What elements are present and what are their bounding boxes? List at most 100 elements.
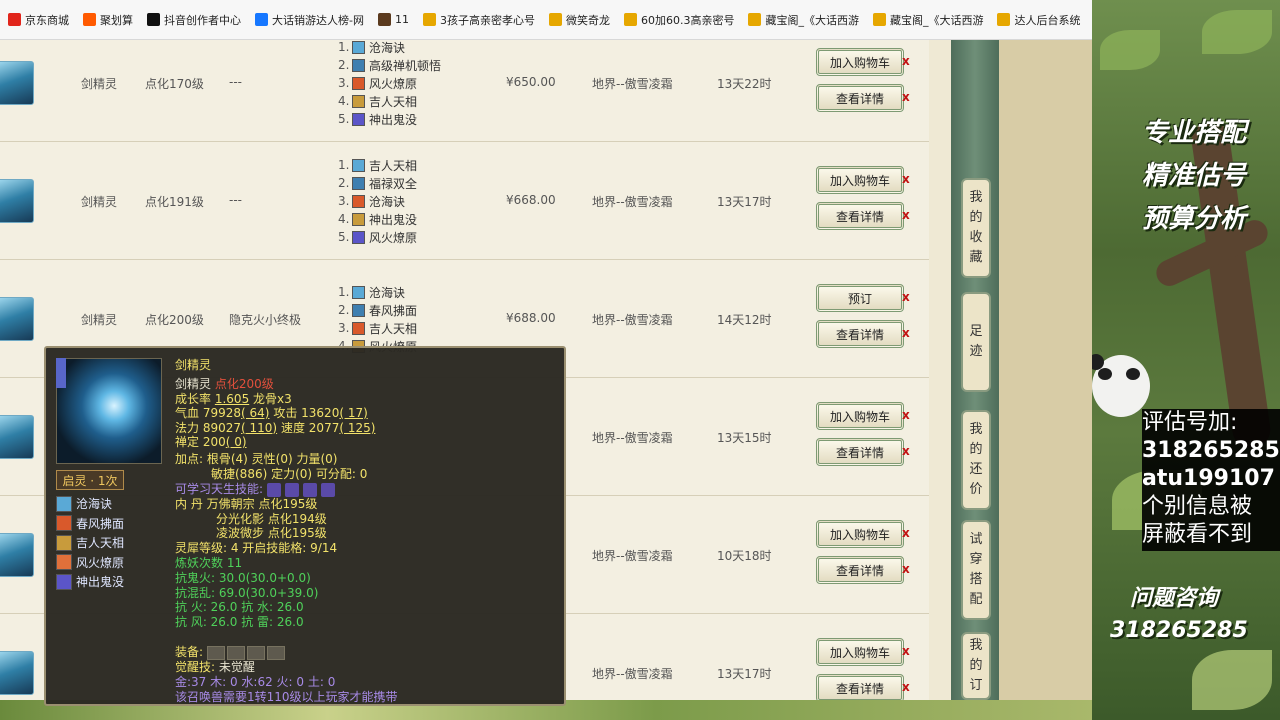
close-icon[interactable]: x	[902, 680, 910, 694]
view-details-button[interactable]: 查看详情	[816, 320, 904, 348]
neidan-line-1: 内 丹 万佛朝宗 点化195级	[175, 497, 318, 511]
bookmark-item[interactable]: 达人后台系统	[997, 12, 1080, 28]
side-tab[interactable]: 足迹	[961, 292, 991, 392]
skill-icon	[352, 303, 365, 317]
cell-note: 隐克火小终极	[229, 313, 302, 327]
skill-icon	[352, 40, 365, 54]
contact-line-1: 评估号加:	[1142, 410, 1238, 435]
cell-server: 地界--傲雪凌霜	[592, 195, 673, 209]
skill-icon	[352, 176, 365, 190]
pet-thumbnail[interactable]	[0, 651, 34, 695]
bookmark-item[interactable]: 3孩子高亲密孝心号	[422, 12, 535, 28]
rank-tag	[56, 358, 66, 388]
skill-list: 1.沧海诀2.春风拂面3.吉人天相4.风火燎原	[338, 283, 417, 355]
cell-level: 点化191级	[145, 195, 204, 209]
close-icon[interactable]: x	[902, 172, 910, 186]
add-to-cart-button[interactable]: 加入购物车	[816, 48, 904, 76]
add-to-cart-button[interactable]: 加入购物车	[816, 166, 904, 194]
bookmark-item[interactable]: 11	[377, 13, 409, 26]
view-details-button[interactable]: 查看详情	[816, 556, 904, 584]
table-row: 剑精灵 点化191级 --- ¥668.00 地界--傲雪凌霜 13天17时 1. 吉人天相 2…	[0, 142, 929, 260]
cell-time: 14天12时	[717, 313, 772, 327]
view-details-button[interactable]: 查看详情	[816, 84, 904, 112]
elements-line: 金:37 木: 0 水:62 火: 0 土: 0	[175, 675, 336, 689]
res-ghost-line: 抗鬼火: 30.0(30.0+0.0)	[175, 571, 311, 585]
close-icon[interactable]: x	[902, 208, 910, 222]
bookmark-item[interactable]: 藏宝阁_《大话西游	[872, 12, 984, 28]
view-details-button[interactable]: 查看详情	[816, 438, 904, 466]
skill-item: 2. 春风拂面	[338, 301, 417, 319]
pet-thumbnail[interactable]	[0, 415, 34, 459]
pet-thumbnail[interactable]	[0, 61, 34, 105]
bookmark-icon	[872, 13, 886, 26]
pet-thumbnail[interactable]	[0, 297, 34, 341]
skill-name: 沧海诀	[369, 194, 406, 209]
consult-label: 问题咨询	[1130, 586, 1219, 611]
close-icon[interactable]: x	[902, 408, 910, 422]
close-icon[interactable]: x	[902, 290, 910, 304]
pet-skill-item: 沧海诀	[56, 494, 124, 514]
skill-icon	[352, 212, 365, 226]
scroll-gutter	[929, 40, 951, 700]
add-to-cart-button[interactable]: 加入购物车	[816, 402, 904, 430]
equip-slot	[246, 645, 265, 660]
cell-server: 地界--傲雪凌霜	[592, 667, 673, 681]
bookmark-item[interactable]: 抖音创作者中心	[147, 12, 241, 28]
res-wind-line: 抗 风: 26.0 抗 雷: 26.0	[175, 614, 304, 629]
awaken-badge: 启灵 · 1次	[56, 470, 124, 490]
pet-skill-item: 吉人天相	[56, 533, 124, 553]
skill-icon	[352, 158, 365, 172]
view-details-button[interactable]: 查看详情	[816, 202, 904, 230]
bookmark-icon	[623, 13, 637, 26]
res-chaos-line: 抗混乱: 69.0(30.0+39.0)	[175, 585, 319, 600]
panda-eye	[1098, 368, 1112, 380]
skill-icon	[352, 76, 365, 90]
skill-name: 福禄双全	[369, 176, 418, 191]
bookmark-icon	[83, 13, 96, 26]
side-tab[interactable]: 试穿搭配	[961, 520, 991, 620]
close-icon[interactable]: x	[902, 90, 910, 104]
skill-index: 1.	[338, 285, 350, 299]
equip-line: 装备:	[175, 645, 287, 660]
bookmark-icon	[548, 13, 562, 26]
bookmark-item[interactable]: 微笑奇龙	[548, 12, 610, 28]
contact-line-2: 318265285	[1142, 438, 1280, 463]
promo-line-1: 专业搭配	[1141, 118, 1246, 148]
close-icon[interactable]: x	[902, 526, 910, 540]
bookmark-icon	[255, 13, 268, 26]
close-icon[interactable]: x	[902, 644, 910, 658]
skill-item: 2. 福禄双全	[338, 174, 417, 192]
hp-line: 气血 79928( 64) 攻击 13620( 17)	[175, 406, 368, 420]
close-icon[interactable]: x	[902, 54, 910, 68]
pet-thumbnail[interactable]	[0, 179, 34, 223]
contact-line-5: 屏蔽看不到	[1142, 522, 1253, 547]
bookmark-item[interactable]: 60加60.3高亲密号	[623, 12, 734, 28]
skill-name: 沧海诀	[369, 40, 406, 55]
close-icon[interactable]: x	[902, 444, 910, 458]
add-to-cart-button[interactable]: 加入购物车	[816, 520, 904, 548]
contact-line-3: atu199107	[1142, 466, 1275, 491]
pet-thumbnail[interactable]	[0, 533, 34, 577]
skill-list: 1. 吉人天相 2. 福禄双全 3. 沧海诀 4. 神出鬼没 5. 风火燎原	[338, 156, 417, 246]
view-details-button[interactable]: 查看详情	[816, 674, 904, 700]
cell-price: ¥688.00	[506, 311, 556, 325]
close-icon[interactable]: x	[902, 562, 910, 576]
add-to-cart-button[interactable]: 加入购物车	[816, 638, 904, 666]
side-tab[interactable]: 我的还价	[961, 410, 991, 510]
add-to-cart-button[interactable]: 预订	[816, 284, 904, 312]
innate-skills-line: 可学习天生技能:	[175, 482, 339, 497]
neidan-line-3: 凌波微步 点化195级	[216, 526, 327, 540]
bookmark-item[interactable]: 聚划算	[83, 12, 133, 28]
skill-item: 3. 风火燎原	[338, 74, 441, 92]
bookmark-item[interactable]: 藏宝阁_《大话西游	[748, 12, 859, 28]
equip-slot	[266, 645, 285, 660]
bookmark-label: 聚划算	[100, 13, 133, 27]
bookmark-item[interactable]: 大话销游达人榜-网	[255, 12, 364, 28]
side-tab[interactable]: 我的订	[961, 632, 991, 700]
side-tab[interactable]: 我的收藏	[961, 178, 991, 278]
bookmark-label: 藏宝阁_《大话西游	[889, 13, 984, 27]
bookmark-label: 11	[394, 13, 409, 26]
bookmark-item[interactable]: 京东商城	[8, 12, 69, 28]
close-icon[interactable]: x	[902, 326, 910, 340]
pet-skill-name: 吉人天相	[76, 536, 125, 551]
